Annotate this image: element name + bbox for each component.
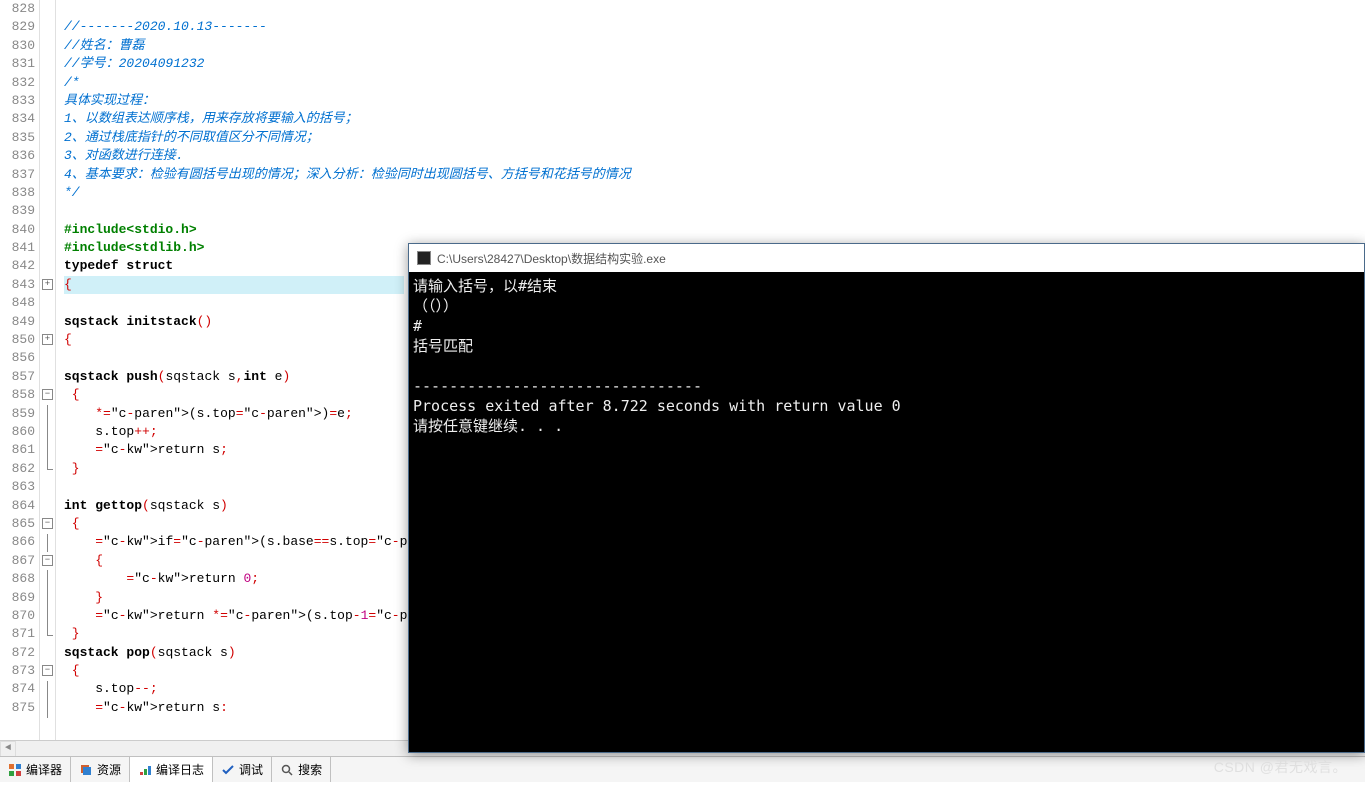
fold-collapse-icon[interactable]: − [42,555,53,566]
fold-guideline [47,460,48,469]
check-icon [221,763,235,777]
console-window[interactable]: C:\Users\28427\Desktop\数据结构实验.exe 请输入括号，… [408,243,1365,753]
fold-guideline [47,699,48,717]
line-number: 870 [0,607,35,625]
fold-guideline [47,405,48,423]
line-number: 831 [0,55,35,73]
console-icon [417,251,431,265]
line-number: 871 [0,625,35,643]
fold-column[interactable]: + + − − − − [40,0,56,740]
scroll-left-arrow[interactable]: ◄ [0,741,16,757]
fold-guideline [47,442,48,460]
line-number: 839 [0,202,35,220]
console-title-text: C:\Users\28427\Desktop\数据结构实验.exe [437,250,666,267]
line-number: 833 [0,92,35,110]
console-titlebar[interactable]: C:\Users\28427\Desktop\数据结构实验.exe [409,244,1364,272]
line-number: 829 [0,18,35,36]
fold-guideline [47,570,48,588]
tab-label: 编译器 [26,761,62,778]
code-line[interactable] [56,0,1365,18]
fold-guideline [47,534,48,552]
fold-guideline [47,423,48,441]
fold-collapse-icon[interactable]: − [42,518,53,529]
code-line[interactable]: //-------2020.10.13------- [56,18,1365,36]
watermark-text: CSDN @君无戏言。 [1214,757,1347,777]
console-output: 请输入括号，以#结束 （（）） # 括号匹配 -----------------… [409,272,1364,752]
code-line[interactable]: //姓名：曹磊 [56,37,1365,55]
line-number-gutter: 8288298308318328338348358368378388398408… [0,0,40,740]
code-line[interactable]: 具体实现过程： [56,92,1365,110]
line-number: 860 [0,423,35,441]
line-number: 832 [0,74,35,92]
line-number: 866 [0,533,35,551]
tab-label: 搜索 [298,761,322,778]
fold-guideline [47,589,48,607]
fold-guideline [47,681,48,699]
code-line[interactable]: 3、对函数进行连接. [56,147,1365,165]
tab-search[interactable]: 搜索 [272,757,331,782]
line-number: 869 [0,589,35,607]
tab-check[interactable]: 调试 [213,757,272,782]
code-line[interactable]: 4、基本要求：检验有圆括号出现的情况；深入分析：检验同时出现圆括号、方括号和花括… [56,166,1365,184]
fold-expand-icon[interactable]: + [42,334,53,345]
line-number: 850 [0,331,35,349]
code-line[interactable]: */ [56,184,1365,202]
line-number: 856 [0,349,35,367]
line-number: 841 [0,239,35,257]
line-number: 848 [0,294,35,312]
tab-stack[interactable]: 资源 [71,757,130,782]
line-number: 874 [0,680,35,698]
line-number: 857 [0,368,35,386]
line-number: 843 [0,276,35,294]
bottom-tab-bar[interactable]: 编译器 资源 编译日志 调试 搜索 [0,756,1365,782]
line-number: 828 [0,0,35,18]
line-number: 865 [0,515,35,533]
search-icon [280,763,294,777]
line-number: 864 [0,497,35,515]
fold-guideline [47,607,48,625]
line-number: 873 [0,662,35,680]
line-number: 868 [0,570,35,588]
fold-collapse-icon[interactable]: − [42,389,53,400]
tab-bars[interactable]: 编译日志 [130,757,213,782]
line-number: 836 [0,147,35,165]
code-line[interactable]: //学号：20204091232 [56,55,1365,73]
line-number: 861 [0,441,35,459]
code-line[interactable]: 1、以数组表达顺序栈，用来存放将要输入的括号； [56,110,1365,128]
line-number: 872 [0,644,35,662]
code-line[interactable]: /* [56,74,1365,92]
line-number: 849 [0,313,35,331]
tab-label: 调试 [239,761,263,778]
line-number: 837 [0,166,35,184]
line-number: 840 [0,221,35,239]
line-number: 830 [0,37,35,55]
tab-grid[interactable]: 编译器 [0,757,71,782]
tab-label: 资源 [97,761,121,778]
line-number: 834 [0,110,35,128]
grid-icon [8,763,22,777]
line-number: 858 [0,386,35,404]
fold-expand-icon[interactable]: + [42,279,53,290]
line-number: 875 [0,699,35,717]
fold-guideline [47,626,48,635]
line-number: 867 [0,552,35,570]
code-line[interactable]: #include<stdio.h> [56,221,1365,239]
fold-collapse-icon[interactable]: − [42,665,53,676]
line-number: 842 [0,257,35,275]
line-number: 838 [0,184,35,202]
line-number: 862 [0,460,35,478]
code-line[interactable] [56,202,1365,220]
line-number: 859 [0,405,35,423]
line-number: 835 [0,129,35,147]
bars-icon [138,763,152,777]
tab-label: 编译日志 [156,761,204,778]
line-number: 863 [0,478,35,496]
code-line[interactable]: 2、通过栈底指针的不同取值区分不同情况； [56,129,1365,147]
stack-icon [79,763,93,777]
